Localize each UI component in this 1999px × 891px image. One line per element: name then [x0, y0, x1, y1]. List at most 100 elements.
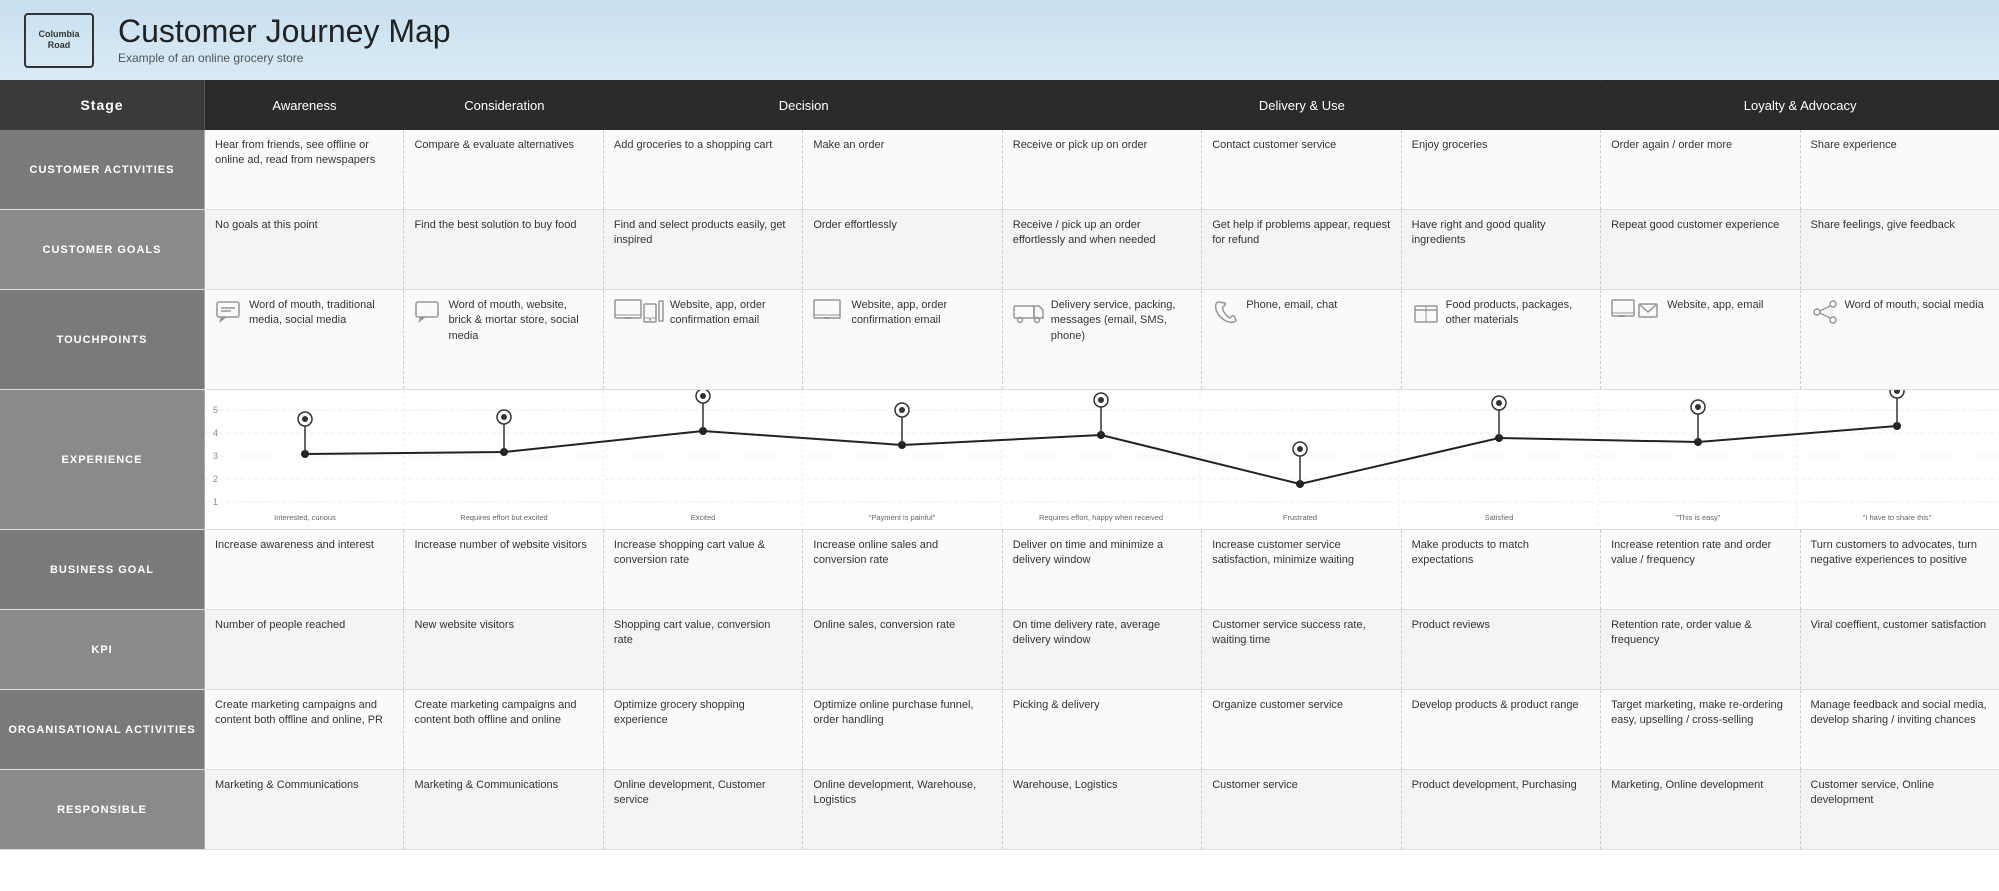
kpi-label: KPI: [0, 610, 205, 689]
cg-cell-8: Repeat good customer experience: [1601, 210, 1800, 289]
sentiment-4: Requires effort, happy when received: [1039, 513, 1163, 522]
experience-chart: 5 4 3 2 1: [205, 390, 1999, 530]
responsible-row: RESPONSIBLE Marketing & Communications M…: [0, 770, 1999, 850]
sentiment-5: Frustrated: [1283, 513, 1317, 522]
kpi-content: Number of people reached New website vis…: [205, 610, 1999, 689]
kpi-cell-9: Viral coeffient, customer satisfaction: [1801, 610, 1999, 689]
stage-awareness: Awareness: [205, 80, 405, 130]
kpi-cell-5: On time delivery rate, average delivery …: [1003, 610, 1202, 689]
bg-cell-3: Increase shopping cart value & conversio…: [604, 530, 803, 609]
touchpoints-row: TOUCHPOINTS Word of mouth, traditional m…: [0, 290, 1999, 390]
header-title-block: Customer Journey Map Example of an onlin…: [118, 15, 451, 65]
resp-cell-3: Online development, Customer service: [604, 770, 803, 849]
desktop-icon: [813, 298, 845, 326]
ca-cell-7: Enjoy groceries: [1402, 130, 1601, 209]
bg-cell-5: Deliver on time and minimize a delivery …: [1003, 530, 1202, 609]
stage-decision: Decision: [605, 80, 1004, 130]
kpi-cell-3: Shopping cart value, conversion rate: [604, 610, 803, 689]
resp-cell-7: Product development, Purchasing: [1402, 770, 1601, 849]
cg-cell-6: Get help if problems appear, request for…: [1202, 210, 1401, 289]
bg-cell-2: Increase number of website visitors: [404, 530, 603, 609]
logo: ColumbiaRoad: [24, 13, 94, 68]
sentiment-7: "This is easy": [1676, 513, 1721, 522]
cg-cell-9: Share feelings, give feedback: [1801, 210, 1999, 289]
page-subtitle: Example of an online grocery store: [118, 51, 451, 65]
tp-cell-2: Word of mouth, website, brick & mortar s…: [404, 290, 603, 389]
bg-cell-6: Increase customer service satisfaction, …: [1202, 530, 1401, 609]
kpi-cell-2: New website visitors: [404, 610, 603, 689]
stage-loyalty-label: Loyalty & Advocacy: [1744, 98, 1857, 113]
org-cell-7: Develop products & product range: [1402, 690, 1601, 769]
bg-cell-4: Increase online sales and conversion rat…: [803, 530, 1002, 609]
resp-cell-5: Warehouse, Logistics: [1003, 770, 1202, 849]
org-cell-1: Create marketing campaigns and content b…: [205, 690, 404, 769]
chat-icon-2: [414, 298, 442, 326]
stage-delivery-label: Delivery & Use: [1259, 98, 1345, 113]
journey-table: CUSTOMER ACTIVITIES Hear from friends, s…: [0, 130, 1999, 850]
tp-cell-5: Delivery service, packing, messages (ema…: [1003, 290, 1202, 389]
touchpoints-label: TOUCHPOINTS: [0, 290, 205, 389]
tp-cell-9: Word of mouth, social media: [1801, 290, 1999, 389]
kpi-cell-4: Online sales, conversion rate: [803, 610, 1002, 689]
responsible-content: Marketing & Communications Marketing & C…: [205, 770, 1999, 849]
ca-cell-6: Contact customer service: [1202, 130, 1401, 209]
sentiment-3: "Payment is painful": [869, 513, 936, 522]
stage-header-row: Stage Awareness Consideration Decision D…: [0, 80, 1999, 130]
cg-cell-5: Receive / pick up an order effortlessly …: [1003, 210, 1202, 289]
organisational-content: Create marketing campaigns and content b…: [205, 690, 1999, 769]
tp-cell-1: Word of mouth, traditional media, social…: [205, 290, 404, 389]
business-goal-label: BUSINESS GOAL: [0, 530, 205, 609]
chat-icon: [215, 298, 243, 326]
tp-cell-3: Website, app, order confirmation email: [604, 290, 803, 389]
tp-cell-7: Food products, packages, other materials: [1402, 290, 1601, 389]
bg-cell-8: Increase retention rate and order value …: [1601, 530, 1800, 609]
bg-cell-9: Turn customers to advocates, turn negati…: [1801, 530, 1999, 609]
cg-cell-3: Find and select products easily, get ins…: [604, 210, 803, 289]
page-title: Customer Journey Map: [118, 15, 451, 47]
sentiment-6: Satisfied: [1485, 513, 1514, 522]
stage-decision-label: Decision: [779, 98, 829, 113]
website-email-icon: [1611, 298, 1661, 326]
stage-consideration-label: Consideration: [464, 98, 544, 113]
resp-cell-4: Online development, Warehouse, Logistics: [803, 770, 1002, 849]
kpi-row: KPI Number of people reached New website…: [0, 610, 1999, 690]
sentiment-1: Requires effort but excited: [460, 513, 547, 522]
ca-cell-3: Add groceries to a shopping cart: [604, 130, 803, 209]
org-cell-6: Organize customer service: [1202, 690, 1401, 769]
ca-cell-8: Order again / order more: [1601, 130, 1800, 209]
sentiment-8: "I have to share this": [1863, 513, 1932, 522]
stage-columns: Awareness Consideration Decision Deliver…: [205, 80, 1999, 130]
ca-cell-2: Compare & evaluate alternatives: [404, 130, 603, 209]
org-cell-5: Picking & delivery: [1003, 690, 1202, 769]
kpi-cell-8: Retention rate, order value & frequency: [1601, 610, 1800, 689]
customer-activities-row: CUSTOMER ACTIVITIES Hear from friends, s…: [0, 130, 1999, 210]
customer-goals-content: No goals at this point Find the best sol…: [205, 210, 1999, 289]
resp-cell-9: Customer service, Online development: [1801, 770, 1999, 849]
ca-cell-1: Hear from friends, see offline or online…: [205, 130, 404, 209]
svg-text:3: 3: [213, 451, 218, 461]
svg-text:4: 4: [213, 428, 218, 438]
tp-cell-4: Website, app, order confirmation email: [803, 290, 1002, 389]
stage-label: Stage: [0, 80, 205, 130]
organisational-label: ORGANISATIONAL ACTIVITIES: [0, 690, 205, 769]
cg-cell-2: Find the best solution to buy food: [404, 210, 603, 289]
cg-cell-4: Order effortlessly: [803, 210, 1002, 289]
responsible-label: RESPONSIBLE: [0, 770, 205, 849]
org-cell-4: Optimize online purchase funnel, order h…: [803, 690, 1002, 769]
ca-cell-9: Share experience: [1801, 130, 1999, 209]
phone-icon: [1212, 298, 1240, 326]
experience-chart-area: 5 4 3 2 1: [205, 390, 1999, 529]
experience-label: EXPERIENCE: [0, 390, 205, 529]
logo-text: ColumbiaRoad: [38, 29, 79, 51]
social-icon: [1811, 298, 1839, 326]
resp-cell-1: Marketing & Communications: [205, 770, 404, 849]
sentiment-0: Interested, curious: [274, 513, 336, 522]
kpi-cell-6: Customer service success rate, waiting t…: [1202, 610, 1401, 689]
business-goal-row: BUSINESS GOAL Increase awareness and int…: [0, 530, 1999, 610]
tp-cell-8: Website, app, email: [1601, 290, 1800, 389]
resp-cell-8: Marketing, Online development: [1601, 770, 1800, 849]
org-cell-2: Create marketing campaigns and content b…: [404, 690, 603, 769]
touchpoints-content: Word of mouth, traditional media, social…: [205, 290, 1999, 389]
food-icon: [1412, 298, 1440, 326]
ca-cell-4: Make an order: [803, 130, 1002, 209]
